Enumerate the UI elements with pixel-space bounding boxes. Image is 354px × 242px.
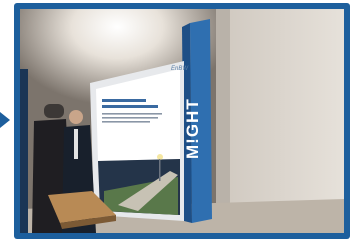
billboard-body-line <box>102 117 158 119</box>
billboard-logo: EnBW <box>171 66 189 72</box>
billboard-body-line <box>102 113 162 115</box>
background-banner <box>20 69 28 233</box>
shirt-collar <box>74 129 78 159</box>
billboard-body-line <box>102 121 150 123</box>
exhibition-photo: EnBW M!GHT <box>20 9 344 233</box>
photo-frame: EnBW M!GHT <box>14 3 350 239</box>
person-head-left <box>44 104 64 118</box>
person-head-right <box>69 110 83 124</box>
street-lamp-pole <box>159 159 161 181</box>
wall-corner <box>216 9 230 233</box>
billboard-headline-line <box>102 105 158 108</box>
pillar-brand-text: M!GHT <box>183 98 202 159</box>
photo-scene <box>20 9 344 233</box>
arrow-marker <box>0 112 10 128</box>
billboard-headline-line <box>102 99 146 102</box>
right-wall <box>216 9 344 233</box>
